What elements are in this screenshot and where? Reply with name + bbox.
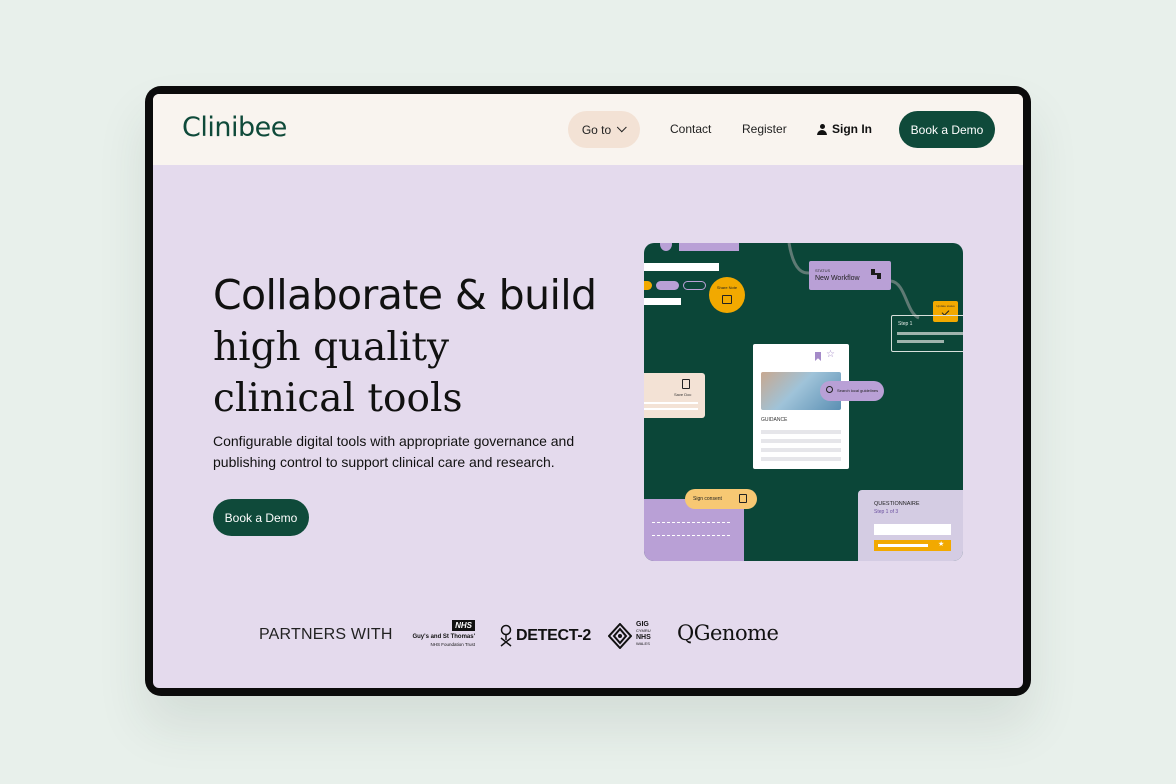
workflow-icon — [871, 269, 881, 279]
save-doc-line-2 — [644, 408, 698, 410]
detect2-text: DETECT-2 — [516, 627, 591, 644]
goto-dropdown[interactable]: Go to — [568, 111, 640, 148]
gig-text: GIG — [636, 621, 649, 628]
top-navbar: Clinibee Go to Contact Register Sign In … — [153, 94, 1023, 165]
gig-cymru-nhs-wales-logo: GIG CYMRU NHS WALES — [608, 621, 658, 651]
file-icon — [682, 379, 690, 389]
chevron-down-icon — [617, 122, 627, 133]
questionnaire-input — [874, 524, 951, 535]
star-icon: ★ — [938, 541, 945, 548]
product-illustration: Share Note STATUS New Workflow Update st… — [644, 243, 963, 561]
hero-serif-line-2: clinical tools — [213, 376, 463, 421]
guys-st-thomas-logo: NHS Guy's and St Thomas' NHS Foundation … — [399, 620, 475, 650]
share-note-badge: Share Note — [709, 277, 745, 313]
questionnaire-step: Step 1 of 3 — [874, 509, 899, 515]
sign-icon — [739, 494, 747, 503]
decor-pill-outline — [683, 281, 706, 290]
step-card: Step 1 — [891, 315, 963, 352]
save-doc-card: Save Doc — [644, 373, 705, 418]
sign-in-label: Sign In — [832, 122, 872, 136]
save-doc-line-1 — [644, 402, 698, 404]
sign-consent-label: Sign consent — [693, 496, 722, 502]
guidance-line-1 — [761, 430, 841, 434]
browser-screen: Clinibee Go to Contact Register Sign In … — [153, 94, 1023, 688]
hero-description: Configurable digital tools with appropri… — [213, 433, 575, 470]
decor-pill-purple — [656, 281, 679, 290]
dashed-line-2 — [652, 535, 730, 536]
search-guidelines-label: Search local guidelines — [837, 388, 879, 393]
goto-label: Go to — [581, 122, 612, 137]
new-workflow-status: STATUS — [815, 268, 831, 273]
questionnaire-title: QUESTIONNAIRE — [874, 501, 920, 507]
step-card-line-2 — [897, 340, 944, 343]
search-icon — [826, 386, 833, 393]
new-workflow-label: New Workflow — [815, 275, 860, 282]
new-workflow-card: STATUS New Workflow — [809, 261, 891, 290]
guidance-line-3 — [761, 448, 841, 452]
decor-bar — [679, 243, 739, 251]
note-icon — [722, 295, 732, 304]
option-line — [878, 544, 928, 547]
step-card-line-1 — [897, 332, 963, 335]
clinibee-logo[interactable]: Clinibee — [182, 112, 287, 143]
cymru-text: CYMRU — [636, 628, 651, 633]
user-icon — [817, 123, 827, 135]
detect2-logo: DETECT-2 — [499, 623, 591, 649]
bookmark-icon — [815, 352, 821, 361]
dna-icon — [500, 624, 512, 647]
hero-book-demo-button[interactable]: Book a Demo — [213, 499, 309, 536]
register-link[interactable]: Register — [742, 122, 787, 136]
qgenome-logo: QGenome — [677, 621, 779, 645]
guidance-label: GUIDANCE — [761, 417, 788, 423]
guys-sub: NHS Foundation Trust — [430, 642, 475, 647]
contact-link[interactable]: Contact — [670, 122, 711, 136]
partners-label: PARTNERS WITH — [259, 626, 393, 643]
sign-in-link[interactable]: Sign In — [817, 122, 872, 136]
nhs-text: NHS — [636, 634, 651, 641]
step-card-label: Step 1 — [898, 321, 913, 327]
hero-headline: Collaborate & build — [213, 271, 597, 319]
guidance-line-4 — [761, 457, 841, 461]
save-doc-label: Save Doc — [674, 392, 692, 397]
nhs-badge: NHS — [452, 620, 475, 631]
decor-line — [644, 263, 719, 271]
guys-name: Guy's and St Thomas' — [412, 634, 475, 640]
guidance-card: ☆ GUIDANCE — [753, 344, 849, 469]
search-guidelines-pill: Search local guidelines — [820, 381, 884, 401]
star-icon: ☆ — [826, 349, 835, 360]
decor-line-short — [644, 298, 681, 305]
nav-book-demo-button[interactable]: Book a Demo — [899, 111, 995, 148]
sign-consent-pill: Sign consent — [685, 489, 757, 509]
guidance-line-2 — [761, 439, 841, 443]
questionnaire-panel: QUESTIONNAIRE Step 1 of 3 ★ — [858, 490, 963, 561]
dashed-line-1 — [652, 522, 730, 523]
questionnaire-selected-option: ★ — [874, 540, 951, 551]
device-frame: Clinibee Go to Contact Register Sign In … — [145, 86, 1031, 696]
knot-icon — [608, 623, 632, 649]
hero-serif-line-1: high quality — [213, 325, 450, 370]
share-note-label: Share Note — [716, 285, 738, 290]
wales-text: WALES — [636, 641, 650, 646]
